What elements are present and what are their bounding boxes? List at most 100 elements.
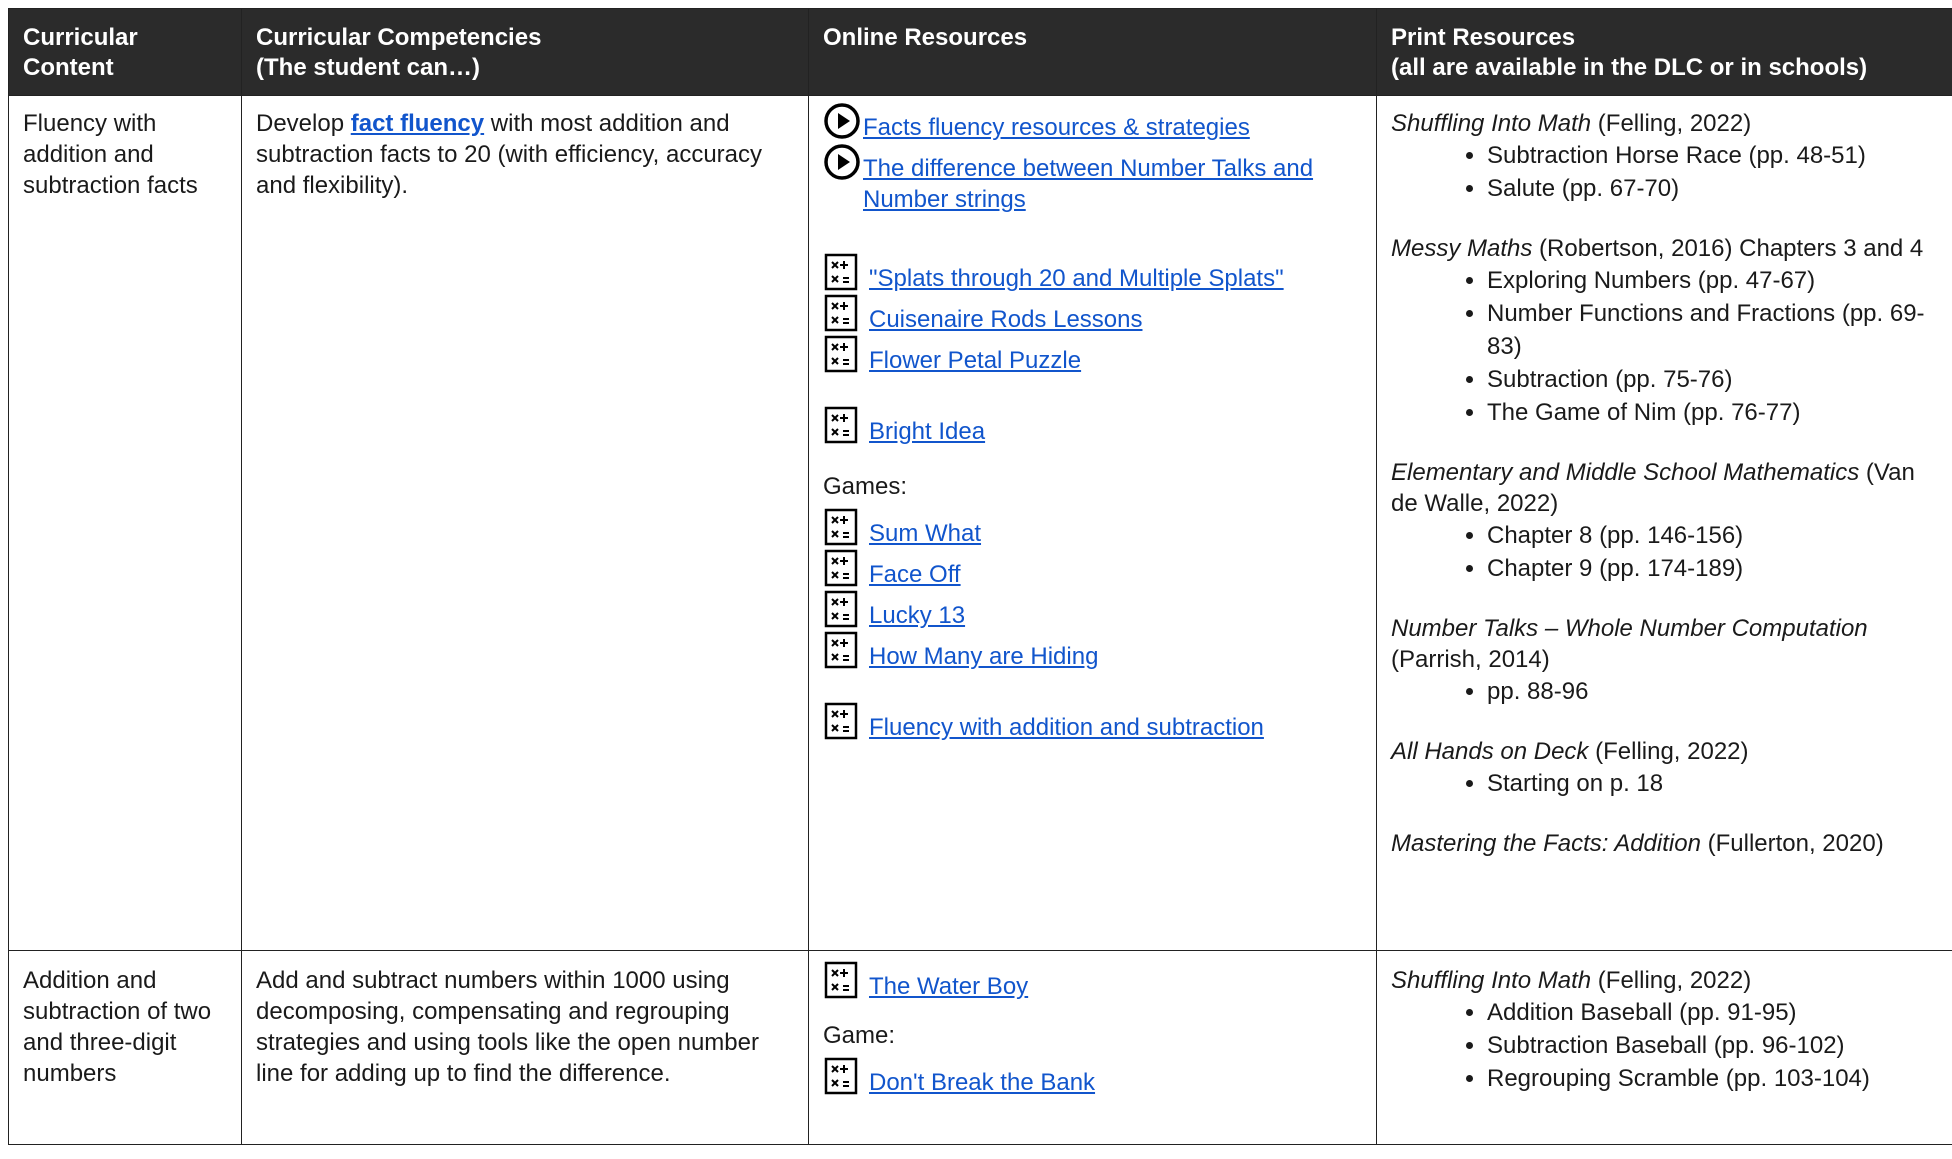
print-items: Starting on p. 18 bbox=[1391, 767, 1938, 800]
list-item: Chapter 9 (pp. 174-189) bbox=[1487, 552, 1938, 585]
calculator-icon bbox=[824, 590, 858, 628]
print-cell: Shuffling Into Math (Felling, 2022) Addi… bbox=[1376, 950, 1952, 1145]
fact-fluency-link[interactable]: fact fluency bbox=[351, 110, 484, 137]
print-cite: (Felling, 2022) bbox=[1591, 967, 1752, 994]
list-item: Exploring Numbers (pp. 47-67) bbox=[1487, 264, 1938, 297]
game-link[interactable]: Don't Break the Bank bbox=[869, 1067, 1095, 1098]
header-competencies: Curricular Competencies (The student can… bbox=[241, 8, 809, 96]
game-link[interactable]: Face Off bbox=[869, 559, 961, 590]
calculator-icon bbox=[824, 961, 858, 999]
print-source: Shuffling Into Math (Felling, 2022) Subt… bbox=[1391, 108, 1938, 205]
print-source: Messy Maths (Robertson, 2016) Chapters 3… bbox=[1391, 233, 1938, 429]
content-text: Fluency with addition and subtraction fa… bbox=[23, 110, 198, 199]
resource-item: Cuisenaire Rods Lessons bbox=[823, 294, 1362, 335]
calculator-icon bbox=[824, 294, 858, 332]
play-circle-icon bbox=[824, 103, 860, 139]
game-label: Game: bbox=[823, 1022, 896, 1049]
list-item: Chapter 8 (pp. 146-156) bbox=[1487, 519, 1938, 552]
game-item: Don't Break the Bank bbox=[823, 1057, 1362, 1098]
games-label: Games: bbox=[823, 473, 908, 500]
header-online: Online Resources bbox=[808, 8, 1377, 96]
header-content: Curricular Content bbox=[8, 8, 242, 96]
list-item: Starting on p. 18 bbox=[1487, 767, 1938, 800]
play-circle-icon bbox=[824, 144, 860, 180]
print-cell: Shuffling Into Math (Felling, 2022) Subt… bbox=[1376, 95, 1952, 951]
resource-item: The Water Boy bbox=[823, 961, 1362, 1002]
calculator-icon bbox=[824, 406, 858, 444]
resource-link[interactable]: Flower Petal Puzzle bbox=[869, 345, 1081, 376]
resource-link[interactable]: Cuisenaire Rods Lessons bbox=[869, 304, 1142, 335]
print-title: All Hands on Deck bbox=[1391, 738, 1589, 765]
content-cell: Fluency with addition and subtraction fa… bbox=[8, 95, 242, 951]
print-title: Mastering the Facts: Addition bbox=[1391, 830, 1701, 857]
calculator-icon bbox=[824, 1057, 858, 1095]
video-resource: Facts fluency resources & strategies bbox=[823, 102, 1362, 143]
competency-cell: Develop fact fluency with most addition … bbox=[241, 95, 809, 951]
print-items: Addition Baseball (pp. 91-95) Subtractio… bbox=[1391, 996, 1938, 1095]
list-item: The Game of Nim (pp. 76-77) bbox=[1487, 396, 1938, 429]
header-print: Print Resources (all are available in th… bbox=[1376, 8, 1952, 96]
calculator-icon bbox=[824, 508, 858, 546]
print-title: Shuffling Into Math bbox=[1391, 110, 1592, 137]
calculator-icon bbox=[824, 631, 858, 669]
print-cite: (Felling, 2022) bbox=[1588, 738, 1749, 765]
online-cell: The Water Boy Game: Don't Break the Bank bbox=[808, 950, 1377, 1145]
content-text: Addition and subtraction of two and thre… bbox=[23, 967, 212, 1087]
header-row: Curricular Content Curricular Competenci… bbox=[8, 8, 1952, 96]
video-link[interactable]: Facts fluency resources & strategies bbox=[863, 112, 1250, 143]
print-cite: (Robertson, 2016) Chapters 3 and 4 bbox=[1532, 235, 1924, 262]
competency-text: Add and subtract numbers within 1000 usi… bbox=[256, 967, 759, 1087]
print-title: Messy Maths bbox=[1391, 235, 1533, 262]
list-item: Number Functions and Fractions (pp. 69-8… bbox=[1487, 297, 1938, 363]
print-source: Shuffling Into Math (Felling, 2022) Addi… bbox=[1391, 965, 1938, 1095]
curriculum-table: Curricular Content Curricular Competenci… bbox=[8, 8, 1952, 1145]
table-row: Addition and subtraction of two and thre… bbox=[8, 950, 1952, 1145]
print-items: Subtraction Horse Race (pp. 48-51) Salut… bbox=[1391, 139, 1938, 205]
list-item: pp. 88-96 bbox=[1487, 675, 1938, 708]
game-link[interactable]: Sum What bbox=[869, 518, 981, 549]
print-items: Exploring Numbers (pp. 47-67) Number Fun… bbox=[1391, 264, 1938, 429]
list-item: Subtraction Baseball (pp. 96-102) bbox=[1487, 1029, 1938, 1062]
competency-cell: Add and subtract numbers within 1000 usi… bbox=[241, 950, 809, 1145]
resource-link[interactable]: "Splats through 20 and Multiple Splats" bbox=[869, 263, 1284, 294]
video-link[interactable]: The difference between Number Talks and … bbox=[863, 153, 1362, 215]
game-item: Sum What bbox=[823, 508, 1362, 549]
calculator-icon bbox=[824, 335, 858, 373]
print-cite: (Parrish, 2014) bbox=[1391, 646, 1550, 673]
print-items: pp. 88-96 bbox=[1391, 675, 1938, 708]
print-title: Elementary and Middle School Mathematics bbox=[1391, 459, 1860, 486]
print-cite: (Felling, 2022) bbox=[1591, 110, 1752, 137]
print-source: Number Talks – Whole Number Computation … bbox=[1391, 613, 1938, 708]
print-title: Shuffling Into Math bbox=[1391, 967, 1592, 994]
print-source: Elementary and Middle School Mathematics… bbox=[1391, 457, 1938, 585]
online-cell: Facts fluency resources & strategies The… bbox=[808, 95, 1377, 951]
game-link[interactable]: How Many are Hiding bbox=[869, 641, 1098, 672]
print-source: All Hands on Deck (Felling, 2022) Starti… bbox=[1391, 736, 1938, 800]
list-item: Regrouping Scramble (pp. 103-104) bbox=[1487, 1062, 1938, 1095]
resource-item: "Splats through 20 and Multiple Splats" bbox=[823, 253, 1362, 294]
resource-link[interactable]: Fluency with addition and subtraction bbox=[869, 712, 1264, 743]
calculator-icon bbox=[824, 253, 858, 291]
print-cite: (Fullerton, 2020) bbox=[1700, 830, 1884, 857]
game-item: Face Off bbox=[823, 549, 1362, 590]
list-item: Subtraction (pp. 75-76) bbox=[1487, 363, 1938, 396]
list-item: Addition Baseball (pp. 91-95) bbox=[1487, 996, 1938, 1029]
content-cell: Addition and subtraction of two and thre… bbox=[8, 950, 242, 1145]
list-item: Salute (pp. 67-70) bbox=[1487, 172, 1938, 205]
table-row: Fluency with addition and subtraction fa… bbox=[8, 95, 1952, 951]
resource-item: Fluency with addition and subtraction bbox=[823, 702, 1362, 743]
game-item: Lucky 13 bbox=[823, 590, 1362, 631]
video-resource: The difference between Number Talks and … bbox=[823, 143, 1362, 215]
list-item: Subtraction Horse Race (pp. 48-51) bbox=[1487, 139, 1938, 172]
resource-link[interactable]: Bright Idea bbox=[869, 416, 985, 447]
resource-item: Flower Petal Puzzle bbox=[823, 335, 1362, 376]
resource-item: Bright Idea bbox=[823, 406, 1362, 447]
print-source: Mastering the Facts: Addition (Fullerton… bbox=[1391, 828, 1938, 859]
competency-text-pre: Develop bbox=[256, 110, 351, 137]
game-item: How Many are Hiding bbox=[823, 631, 1362, 672]
print-items: Chapter 8 (pp. 146-156) Chapter 9 (pp. 1… bbox=[1391, 519, 1938, 585]
print-title: Number Talks – Whole Number Computation bbox=[1391, 615, 1868, 642]
calculator-icon bbox=[824, 702, 858, 740]
resource-link[interactable]: The Water Boy bbox=[869, 971, 1028, 1002]
game-link[interactable]: Lucky 13 bbox=[869, 600, 965, 631]
